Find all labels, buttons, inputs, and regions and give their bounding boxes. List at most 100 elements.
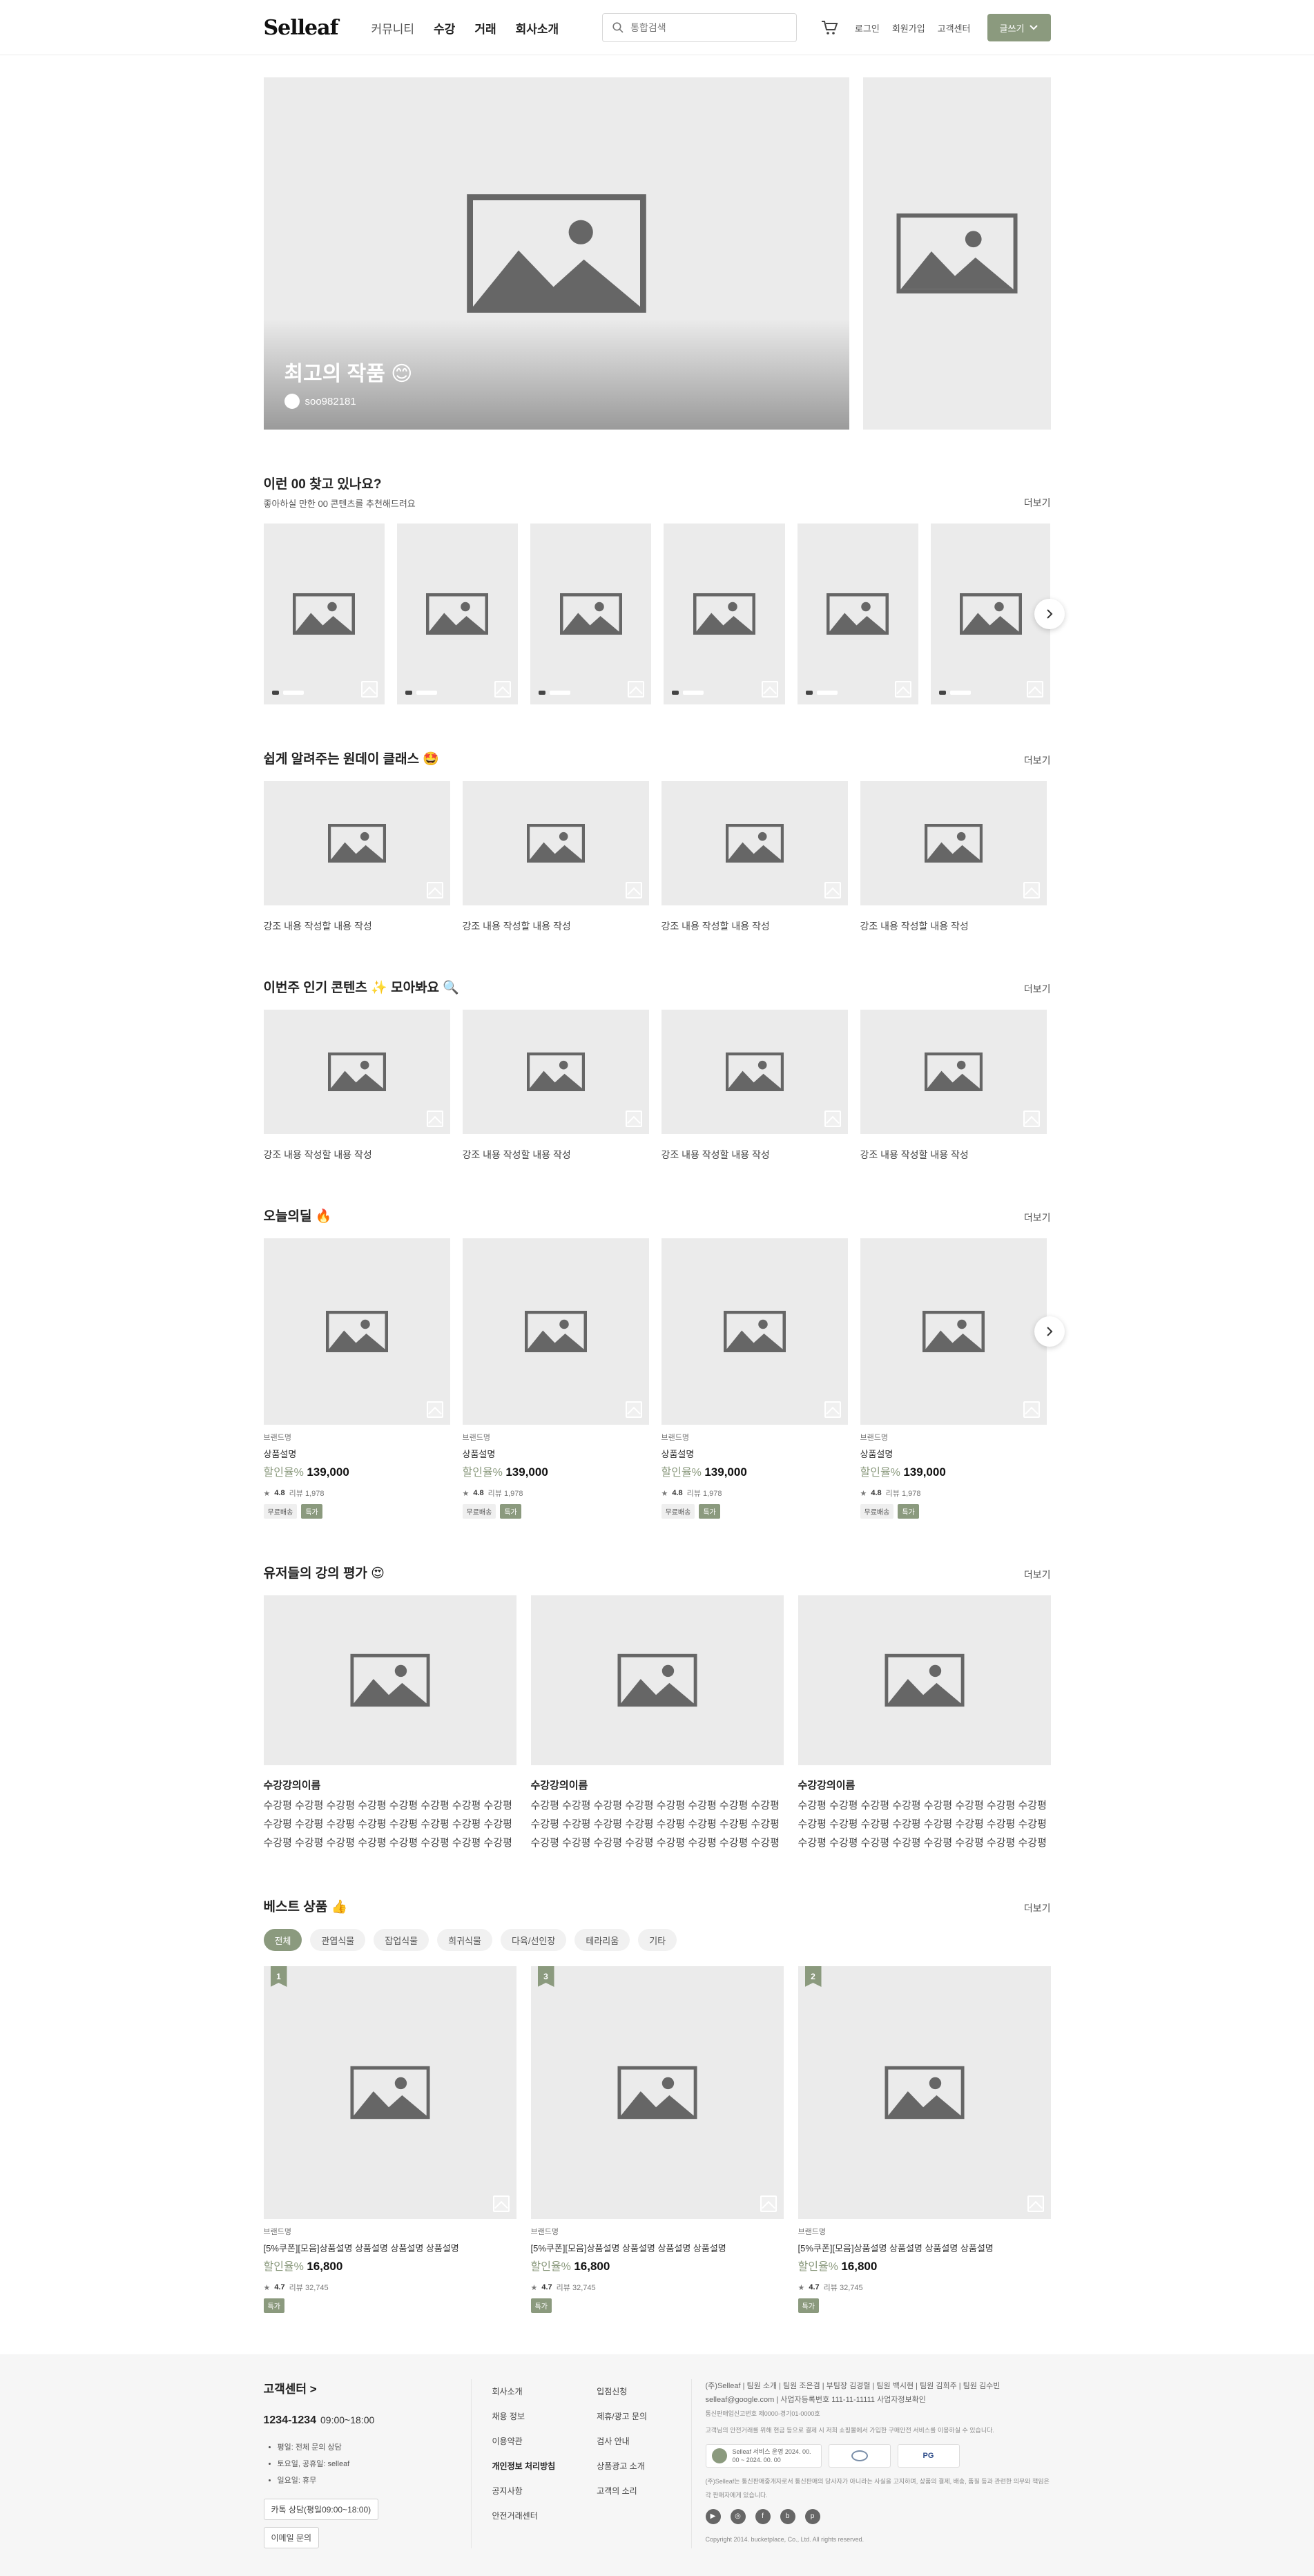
bookmark-icon[interactable] xyxy=(824,1401,841,1418)
bookmark-icon[interactable] xyxy=(625,1111,642,1127)
more-link[interactable]: 더보기 xyxy=(1024,1568,1051,1582)
signup-link[interactable]: 회원가입 xyxy=(892,21,925,35)
filter-etc[interactable]: 기타 xyxy=(638,1929,677,1951)
footer-link[interactable]: 고객의 소리 xyxy=(597,2479,647,2503)
nav-classes[interactable]: 수강 xyxy=(434,19,455,37)
class-card[interactable]: 강조 내용 작성할 내용 작성 xyxy=(263,781,450,933)
bookmark-icon[interactable] xyxy=(1027,2195,1044,2212)
deal-card[interactable]: 브랜드명 상품설명 할인율% 139,000 ★ 4.8 리뷰 1,978 무료배송… xyxy=(263,1238,450,1519)
deal-card[interactable]: 브랜드명 상품설명 할인율% 139,000 ★ 4.8 리뷰 1,978 무료배송… xyxy=(661,1238,848,1519)
footer-link[interactable]: 검사 안내 xyxy=(597,2429,647,2454)
deal-card[interactable]: 브랜드명 상품설명 할인율% 139,000 ★ 4.8 리뷰 1,978 무료배송… xyxy=(860,1238,1047,1519)
class-card[interactable]: 강조 내용 작성할 내용 작성 xyxy=(462,781,649,933)
carousel-next-button[interactable] xyxy=(1034,1316,1065,1347)
content-card[interactable]: 강조 내용 작성할 내용 작성 xyxy=(263,1010,450,1162)
more-link[interactable]: 더보기 xyxy=(1024,1211,1051,1224)
bookmark-icon[interactable] xyxy=(1023,1401,1040,1418)
special-badge: 특가 xyxy=(898,1504,919,1519)
nav-about[interactable]: 회사소개 xyxy=(516,19,559,37)
bookmark-icon[interactable] xyxy=(494,681,512,698)
nav-community[interactable]: 커뮤니티 xyxy=(371,19,414,37)
bookmark-icon[interactable] xyxy=(628,681,645,698)
email-inquiry-button[interactable]: 이메일 문의 xyxy=(263,2527,320,2548)
filter-succulent[interactable]: 다육/선인장 xyxy=(500,1929,567,1951)
hero-main-card[interactable]: 최고의 작품 😊 soo982181 xyxy=(263,77,849,430)
company-links[interactable]: (주)Selleaf | 팀원 소개 | 팀원 조은겸 | 부팀장 김경렬 | … xyxy=(706,2379,1051,2393)
special-badge: 특가 xyxy=(530,2298,552,2313)
logo[interactable]: Selleaf xyxy=(264,16,339,40)
footer-link[interactable]: 공지사항 xyxy=(492,2479,556,2503)
bookmark-icon[interactable] xyxy=(426,1401,443,1418)
bookmark-icon[interactable] xyxy=(760,2195,777,2212)
review-card[interactable]: 수강강의이름 수강평 수강평 수강평 수강평 수강평 수강평 수강평 수강평 수강… xyxy=(263,1595,516,1852)
filter-misc[interactable]: 잡업식물 xyxy=(374,1929,429,1951)
review-card[interactable]: 수강강의이름 수강평 수강평 수강평 수강평 수강평 수강평 수강평 수강평 수강… xyxy=(798,1595,1051,1852)
more-link[interactable]: 더보기 xyxy=(1024,496,1051,510)
footer-link[interactable]: 이용약관 xyxy=(492,2429,556,2454)
filter-all[interactable]: 전체 xyxy=(263,1929,302,1951)
recommend-card[interactable] xyxy=(396,523,519,704)
review-card[interactable]: 수강강의이름 수강평 수강평 수강평 수강평 수강평 수강평 수강평 수강평 수강… xyxy=(530,1595,784,1852)
bookmark-icon[interactable] xyxy=(824,882,841,898)
bookmark-icon[interactable] xyxy=(492,2195,510,2212)
post-icon[interactable]: p xyxy=(804,2509,820,2524)
recommend-card[interactable] xyxy=(263,523,385,704)
more-link[interactable]: 더보기 xyxy=(1024,982,1051,996)
instagram-icon[interactable]: ◎ xyxy=(730,2509,746,2524)
bookmark-icon[interactable] xyxy=(426,1111,443,1127)
hero-author[interactable]: soo982181 xyxy=(284,394,356,409)
bookmark-icon[interactable] xyxy=(1023,1111,1040,1127)
footer-link[interactable]: 상품광고 소개 xyxy=(597,2454,647,2479)
cart-icon[interactable] xyxy=(820,19,838,37)
content-card[interactable]: 강조 내용 작성할 내용 작성 xyxy=(462,1010,649,1162)
seal-icon xyxy=(711,2448,727,2463)
search-box[interactable] xyxy=(601,13,797,42)
filter-rare[interactable]: 희귀식물 xyxy=(437,1929,492,1951)
deal-card[interactable]: 브랜드명 상품설명 할인율% 139,000 ★ 4.8 리뷰 1,978 무료배송… xyxy=(462,1238,649,1519)
bookmark-icon[interactable] xyxy=(1023,882,1040,898)
write-button[interactable]: 글쓰기 xyxy=(987,14,1051,41)
class-card[interactable]: 강조 내용 작성할 내용 작성 xyxy=(661,781,848,933)
bookmark-icon[interactable] xyxy=(426,882,443,898)
class-card[interactable]: 강조 내용 작성할 내용 작성 xyxy=(860,781,1047,933)
pg-badge: PG xyxy=(897,2444,960,2468)
bookmark-icon[interactable] xyxy=(761,681,778,698)
bookmark-icon[interactable] xyxy=(360,681,378,698)
card-caption: 강조 내용 작성할 내용 작성 xyxy=(661,1149,770,1160)
content-card[interactable]: 강조 내용 작성할 내용 작성 xyxy=(661,1010,848,1162)
best-card[interactable]: 2 브랜드명 [5%쿠폰][모음]상품설명 상품설명 상품설명 상품설명 할인율… xyxy=(798,1966,1051,2313)
footer-link[interactable]: 제휴/광고 문의 xyxy=(597,2404,647,2429)
filter-foliage[interactable]: 관엽식물 xyxy=(310,1929,366,1951)
recommend-card[interactable] xyxy=(664,523,785,704)
search-input[interactable] xyxy=(630,22,786,33)
cs-title[interactable]: 고객센터 > xyxy=(264,2379,471,2396)
best-card[interactable]: 3 브랜드명 [5%쿠폰][모음]상품설명 상품설명 상품설명 상품설명 할인율… xyxy=(530,1966,784,2313)
footer-link[interactable]: 회사소개 xyxy=(492,2379,556,2404)
filter-terrarium[interactable]: 테라리움 xyxy=(574,1929,630,1951)
carousel-next-button[interactable] xyxy=(1034,599,1065,629)
facebook-icon[interactable]: f xyxy=(755,2509,771,2524)
youtube-icon[interactable]: ▶ xyxy=(705,2509,721,2524)
bookmark-icon[interactable] xyxy=(1027,681,1044,698)
more-link[interactable]: 더보기 xyxy=(1024,753,1051,767)
bookmark-icon[interactable] xyxy=(625,882,642,898)
kakao-chat-button[interactable]: 카톡 상담(평일09:00~18:00) xyxy=(263,2499,379,2520)
hero-side-card[interactable] xyxy=(862,77,1051,430)
nav-trade[interactable]: 거래 xyxy=(474,19,496,37)
best-card[interactable]: 1 브랜드명 [5%쿠폰][모음]상품설명 상품설명 상품설명 상품설명 할인율… xyxy=(263,1966,516,2313)
content-card[interactable]: 강조 내용 작성할 내용 작성 xyxy=(860,1010,1047,1162)
recommend-card[interactable] xyxy=(931,523,1051,704)
recommend-card[interactable] xyxy=(530,523,652,704)
footer-link[interactable]: 채용 정보 xyxy=(492,2404,556,2429)
bookmark-icon[interactable] xyxy=(824,1111,841,1127)
footer-link-privacy[interactable]: 개인정보 처리방침 xyxy=(492,2454,556,2479)
support-link[interactable]: 고객센터 xyxy=(938,21,971,35)
footer-link[interactable]: 입점신청 xyxy=(597,2379,647,2404)
footer-link[interactable]: 안전거래센터 xyxy=(492,2503,556,2528)
login-link[interactable]: 로그인 xyxy=(855,21,880,35)
bookmark-icon[interactable] xyxy=(895,681,912,698)
more-link[interactable]: 더보기 xyxy=(1024,1901,1051,1915)
bookmark-icon[interactable] xyxy=(625,1401,642,1418)
recommend-card[interactable] xyxy=(797,523,919,704)
blog-icon[interactable]: b xyxy=(780,2509,795,2524)
